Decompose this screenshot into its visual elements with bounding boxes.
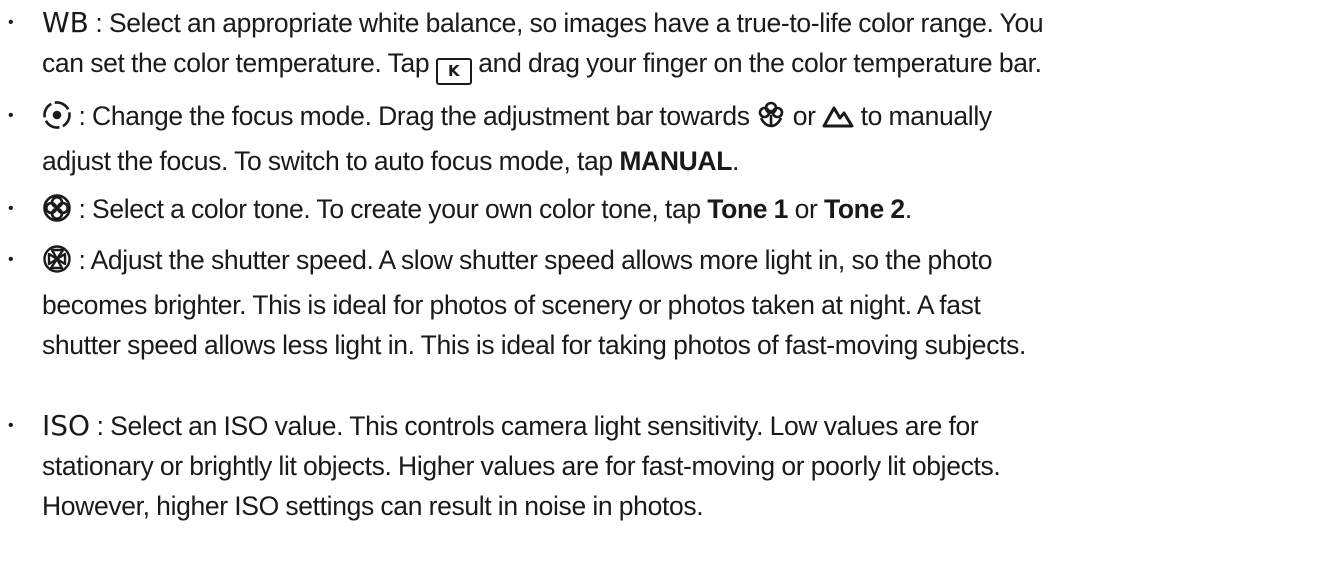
tone-1-label: Tone 1: [707, 194, 789, 224]
tone-2-label: Tone 2: [823, 194, 905, 224]
item-text: : Select a color tone. To create your ow…: [72, 194, 708, 224]
color-temperature-k-icon: K: [435, 58, 472, 85]
item-text: adjust the focus. To switch to auto focu…: [42, 146, 620, 176]
macro-flower-icon: [756, 100, 786, 141]
list-item-shutter-speed: • : Adjust the shutter speed. A slow shu…: [0, 240, 1026, 365]
item-text: stationary or brightly lit objects. High…: [42, 451, 1001, 481]
shutter-icon: [42, 244, 72, 285]
item-text: or: [786, 101, 823, 131]
list-item-focus: • : Change the focus mode. Drag the adju…: [0, 96, 992, 181]
list-item-color-tone: • : Select a color tone. To create your …: [0, 189, 912, 234]
item-text: : Adjust the shutter speed. A slow shutt…: [72, 245, 993, 275]
manual-label: MANUAL: [619, 146, 733, 176]
item-text: : Select an ISO value. This controls cam…: [90, 411, 979, 441]
item-text: .: [904, 194, 912, 224]
list-item-iso: • ISO : Select an ISO value. This contro…: [0, 406, 1001, 526]
focus-icon: [42, 100, 72, 141]
item-text: can set the color temperature. Tap: [42, 48, 436, 78]
item-text: : Select an appropriate white balance, s…: [88, 8, 1044, 38]
mountain-icon: [822, 100, 854, 141]
bullet: •: [8, 107, 14, 124]
item-text: or: [788, 194, 824, 224]
item-text: to manually: [854, 101, 993, 131]
bullet: •: [8, 251, 14, 268]
bullet: •: [8, 14, 14, 31]
list-item-white-balance: • WB : Select an appropriate white balan…: [0, 3, 1044, 85]
item-text: and drag your finger on the color temper…: [471, 48, 1042, 78]
item-text: shutter speed allows less light in. This…: [42, 330, 1027, 360]
item-text: .: [732, 146, 740, 176]
iso-label: ISO: [42, 409, 91, 442]
wb-label: WB: [42, 6, 89, 39]
item-text: becomes brighter. This is ideal for phot…: [42, 290, 981, 320]
bullet: •: [8, 417, 14, 434]
color-tone-icon: [42, 193, 72, 234]
bullet: •: [8, 200, 14, 217]
item-text: However, higher ISO settings can result …: [42, 491, 704, 521]
item-text: : Change the focus mode. Drag the adjust…: [72, 101, 757, 131]
